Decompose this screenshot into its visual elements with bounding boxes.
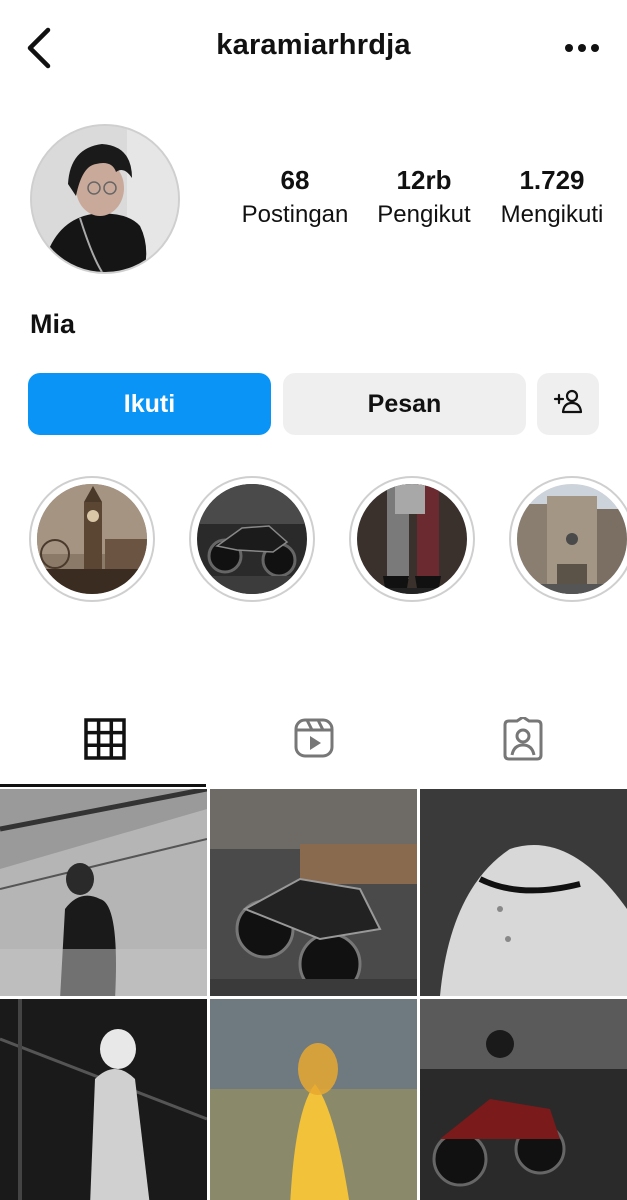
suggested-accounts-button[interactable] (537, 373, 599, 435)
add-person-icon (553, 388, 583, 421)
stat-following-label: Mengikuti (500, 201, 604, 228)
stat-followers-label: Pengikut (377, 201, 471, 228)
tagged-icon (501, 715, 545, 766)
stat-posts-value: 68 (280, 165, 310, 195)
message-button-label: Pesan (367, 389, 442, 418)
stat-following-value: 1.729 (519, 165, 585, 195)
stat-followers[interactable]: 12rb Pengikut (359, 165, 489, 229)
profile-stats: 68 Postingan 12rb Pengikut 1.729 Mengiku… (230, 165, 620, 245)
profile-tabs (0, 705, 627, 787)
follow-button[interactable]: Ikuti (28, 373, 271, 435)
clock-tower-photo (37, 484, 147, 594)
post-thumbnail[interactable] (420, 999, 627, 1200)
top-bar: karamiarhrdja (0, 0, 627, 100)
highlight-item[interactable] (509, 476, 627, 602)
profile-username: karamiarhrdja (216, 29, 411, 61)
highlight-item[interactable] (349, 476, 475, 602)
stat-posts[interactable]: 68 Postingan (230, 165, 360, 229)
legs-stockings-photo (357, 484, 467, 594)
motorcycle-photo (197, 484, 307, 594)
more-options-icon[interactable] (562, 36, 606, 60)
follow-button-label: Ikuti (123, 389, 176, 418)
tab-tagged[interactable] (418, 705, 627, 787)
post-thumbnail[interactable] (210, 789, 417, 996)
stat-posts-label: Postingan (241, 201, 349, 228)
post-thumbnail[interactable] (420, 789, 627, 996)
story-highlights (0, 476, 627, 606)
highlight-item[interactable] (29, 476, 155, 602)
city-building-photo (517, 484, 627, 594)
posts-grid (0, 787, 627, 1200)
profile-avatar[interactable] (30, 124, 180, 274)
stat-following[interactable]: 1.729 Mengikuti (487, 165, 617, 229)
tab-reels[interactable] (209, 705, 418, 787)
post-thumbnail[interactable] (0, 789, 207, 996)
grid-icon (83, 717, 127, 766)
message-button[interactable]: Pesan (283, 373, 526, 435)
tab-posts[interactable] (0, 705, 209, 787)
post-thumbnail[interactable] (210, 999, 417, 1200)
reels-icon (293, 717, 335, 764)
highlight-item[interactable] (189, 476, 315, 602)
profile-display-name: Mia (30, 309, 76, 339)
post-thumbnail[interactable] (0, 999, 207, 1200)
stat-followers-value: 12rb (396, 165, 452, 195)
